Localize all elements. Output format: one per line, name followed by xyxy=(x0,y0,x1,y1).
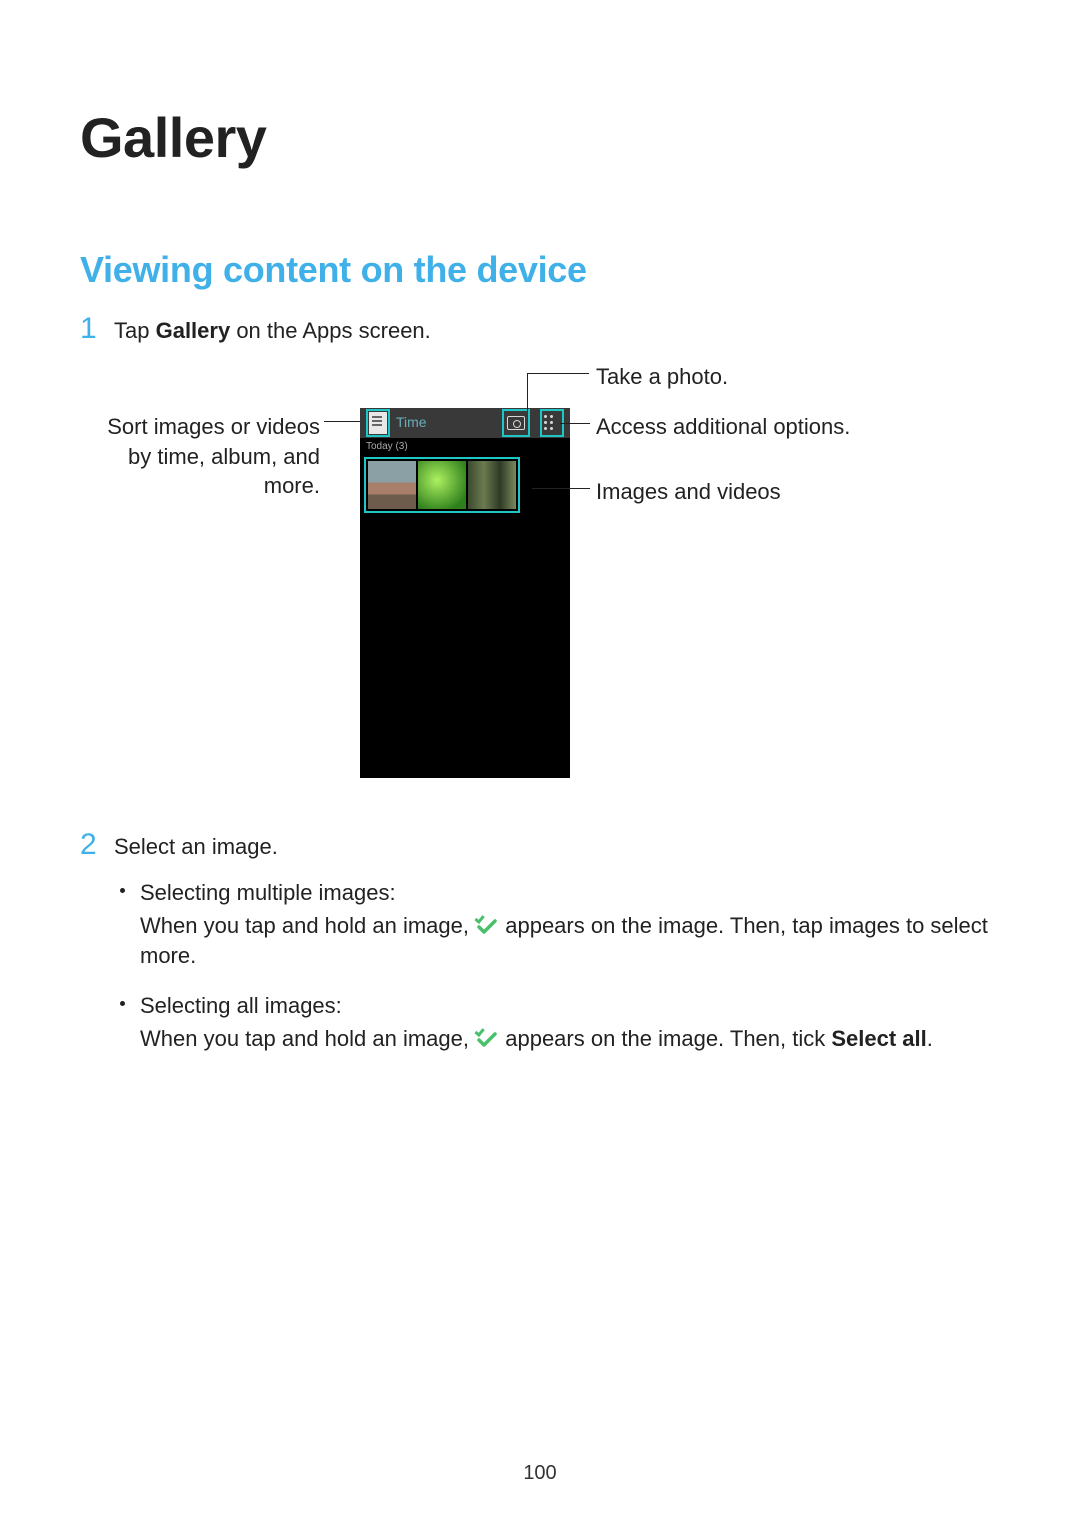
step-1: 1 Tap Gallery on the Apps screen. xyxy=(80,316,1000,346)
callout-options: Access additional options. xyxy=(596,412,916,442)
step-1-bold: Gallery xyxy=(156,318,231,343)
step-1-post: on the Apps screen. xyxy=(230,318,431,343)
thumbs-highlight xyxy=(364,457,520,513)
callout-sort: Sort images or videos by time, album, an… xyxy=(80,412,320,501)
sub-all-post-a: appears on the image. Then, tick xyxy=(499,1026,831,1051)
sort-icon-highlight xyxy=(366,409,390,437)
step-2-text: Select an image. xyxy=(114,832,1000,862)
sub-all-post-b: . xyxy=(927,1026,933,1051)
section-heading: Viewing content on the device xyxy=(80,246,1000,295)
sub-all-title: Selecting all images: xyxy=(140,991,1000,1021)
diagram: Sort images or videos by time, album, an… xyxy=(80,362,1000,802)
callout-take-photo: Take a photo. xyxy=(596,362,896,392)
camera-icon[interactable] xyxy=(506,413,526,433)
phone-mock: Time Today (3) xyxy=(360,408,570,778)
camera-icon-highlight xyxy=(502,409,530,437)
page-number: 100 xyxy=(0,1460,1080,1487)
sub-all-pre: When you tap and hold an image, xyxy=(140,1026,475,1051)
step-2-sublist: Selecting multiple images: When you tap … xyxy=(114,878,1000,1054)
step-1-text: Tap Gallery on the Apps screen. xyxy=(114,316,1000,346)
menu-icon[interactable] xyxy=(544,413,560,433)
thumbnail-row xyxy=(368,461,516,509)
thumbnail[interactable] xyxy=(468,461,516,509)
page-title: Gallery xyxy=(80,100,1000,176)
checkmark-icon xyxy=(477,913,497,929)
phone-time-label: Time xyxy=(396,413,427,432)
sort-icon[interactable] xyxy=(369,412,387,434)
step-2: 2 Select an image. xyxy=(80,832,1000,862)
sub-multi: Selecting multiple images: When you tap … xyxy=(114,878,1000,971)
sub-multi-pre: When you tap and hold an image, xyxy=(140,913,475,938)
step-1-pre: Tap xyxy=(114,318,156,343)
thumbnail[interactable] xyxy=(368,461,416,509)
sub-multi-title: Selecting multiple images: xyxy=(140,878,1000,908)
sub-all: Selecting all images: When you tap and h… xyxy=(114,991,1000,1054)
sub-all-bold: Select all xyxy=(831,1026,926,1051)
phone-header: Time xyxy=(360,408,570,438)
callout-thumbs: Images and videos xyxy=(596,477,896,507)
step-1-number: 1 xyxy=(80,314,114,344)
step-2-number: 2 xyxy=(80,830,114,860)
checkmark-icon xyxy=(477,1026,497,1042)
phone-subheader: Today (3) xyxy=(360,438,570,458)
thumbnail[interactable] xyxy=(418,461,466,509)
